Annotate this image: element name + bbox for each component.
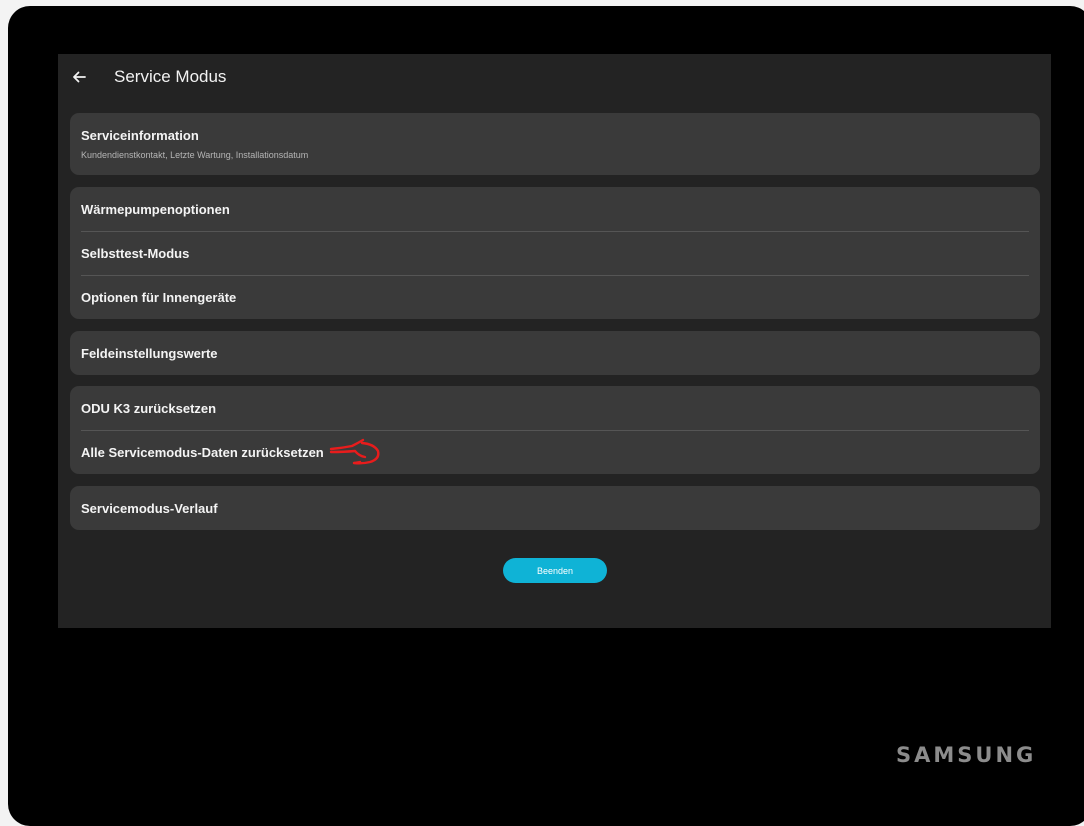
group-service-information: Serviceinformation Kundendienstkontakt, …: [70, 113, 1040, 175]
reset-odu-k3-label: ODU K3 zurücksetzen: [81, 400, 217, 416]
reset-all-service-data-item[interactable]: Alle Servicemodus-Daten zurücksetzen: [70, 430, 1040, 474]
finish-button[interactable]: Beenden: [503, 558, 607, 583]
tablet-device: Service Modus Serviceinformation Kundend…: [8, 6, 1084, 826]
service-mode-history-label: Servicemodus-Verlauf: [81, 500, 218, 516]
screen: Service Modus Serviceinformation Kundend…: [58, 54, 1051, 628]
group-options: Wärmepumpenoptionen Selbsttest-Modus Opt…: [70, 187, 1040, 319]
service-information-item[interactable]: Serviceinformation Kundendienstkontakt, …: [70, 113, 1040, 175]
service-information-subtitle: Kundendienstkontakt, Letzte Wartung, Ins…: [81, 150, 309, 160]
reset-all-service-data-label: Alle Servicemodus-Daten zurücksetzen: [81, 444, 324, 460]
service-mode-history-item[interactable]: Servicemodus-Verlauf: [70, 486, 1040, 530]
field-settings-label: Feldeinstellungswerte: [81, 345, 218, 361]
brand-logo: SAMSUNG: [896, 743, 1037, 767]
heat-pump-options-item[interactable]: Wärmepumpenoptionen: [70, 187, 1040, 231]
heat-pump-options-label: Wärmepumpenoptionen: [81, 201, 230, 217]
back-button[interactable]: [68, 66, 90, 88]
title-bar: Service Modus: [58, 54, 1051, 100]
self-test-mode-item[interactable]: Selbsttest-Modus: [70, 231, 1040, 275]
reset-odu-k3-item[interactable]: ODU K3 zurücksetzen: [70, 386, 1040, 430]
field-settings-item[interactable]: Feldeinstellungswerte: [70, 331, 1040, 375]
hand-pointer-icon: [329, 438, 380, 465]
self-test-mode-label: Selbsttest-Modus: [81, 245, 190, 261]
group-field-settings: Feldeinstellungswerte: [70, 331, 1040, 375]
group-history: Servicemodus-Verlauf: [70, 486, 1040, 530]
page-title: Service Modus: [114, 67, 227, 86]
group-reset: ODU K3 zurücksetzen Alle Servicemodus-Da…: [70, 386, 1040, 474]
indoor-unit-options-label: Optionen für Innengeräte: [81, 289, 237, 305]
service-information-label: Serviceinformation: [81, 128, 199, 143]
back-arrow-icon: [73, 71, 86, 83]
indoor-unit-options-item[interactable]: Optionen für Innengeräte: [70, 275, 1040, 319]
